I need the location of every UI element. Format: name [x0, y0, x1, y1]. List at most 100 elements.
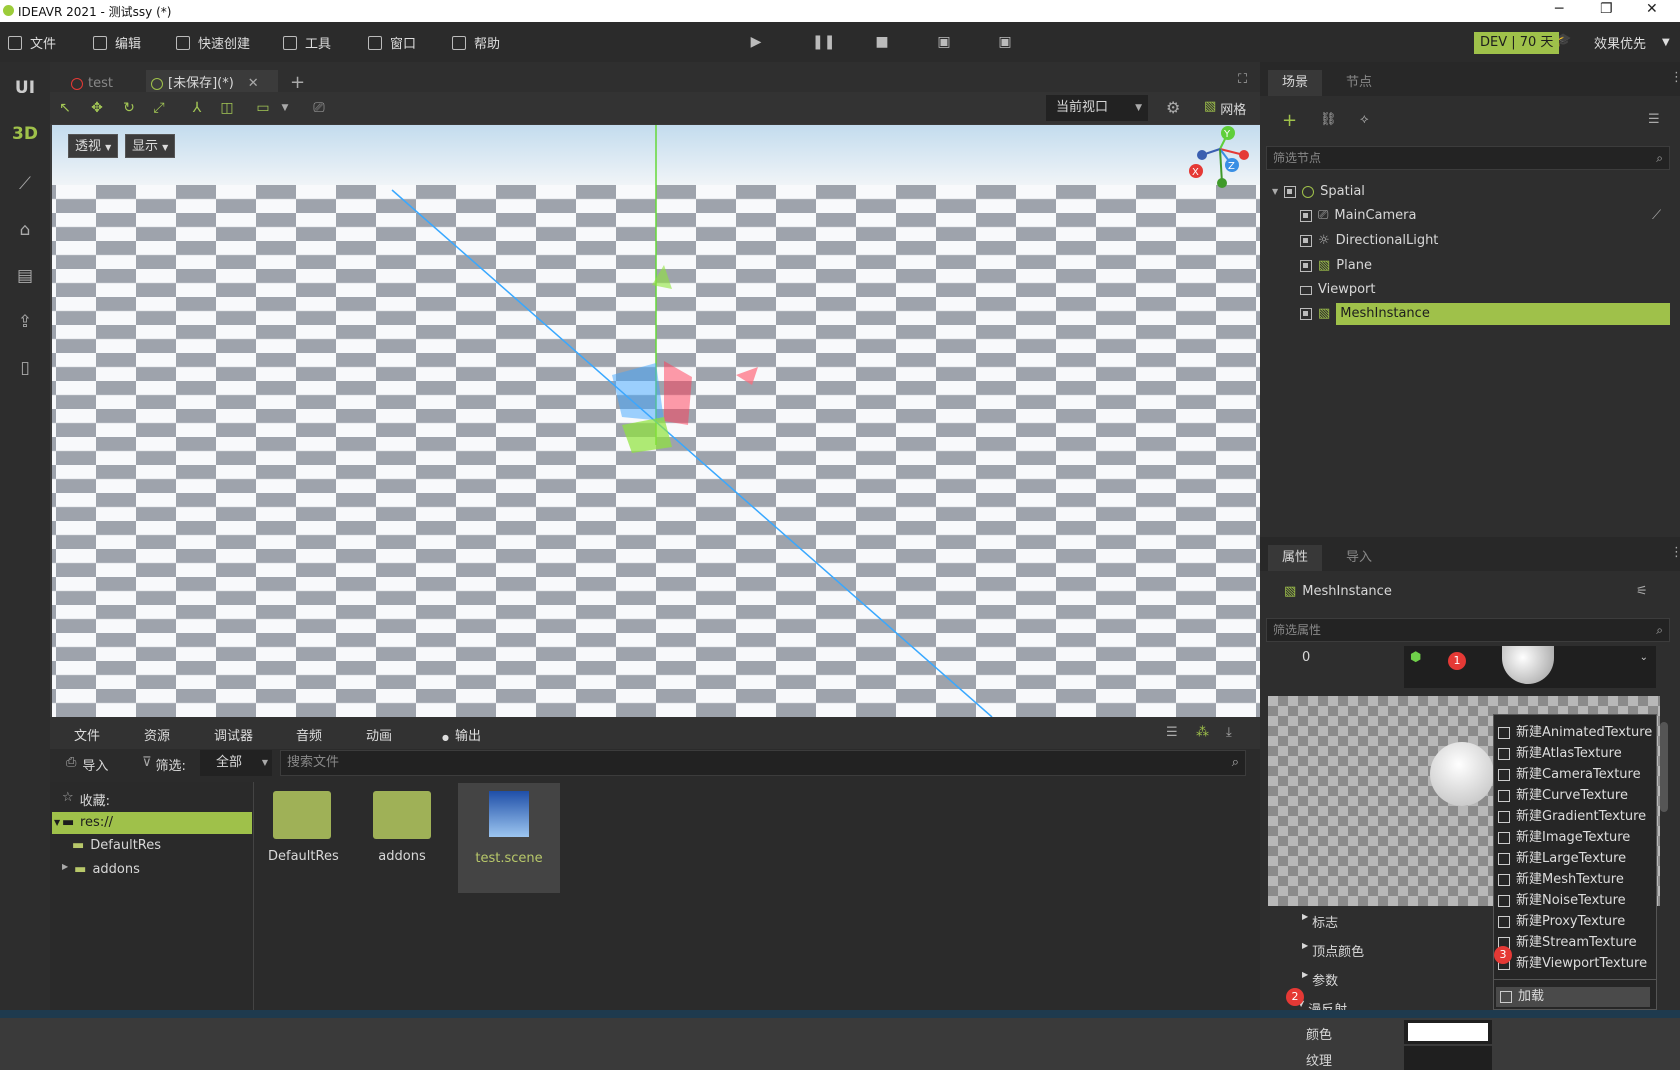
local-space-icon[interactable]: ⅄	[188, 99, 206, 117]
menu-edit[interactable]: 编辑	[93, 33, 141, 52]
link-icon[interactable]: ⛓	[1320, 112, 1337, 127]
menu-new-cameratexture[interactable]: 新建CameraTexture	[1498, 765, 1641, 785]
more-icon[interactable]: ⋮	[1670, 70, 1680, 85]
visibility-checkbox[interactable]	[1284, 186, 1297, 198]
chevron-down-icon[interactable]: ▼	[276, 99, 294, 117]
node-directionallight[interactable]: ☼ DirectionalLight	[1300, 230, 1438, 252]
tab-node[interactable]: 节点	[1332, 70, 1386, 96]
menu-new-largetexture[interactable]: 新建LargeTexture	[1498, 849, 1626, 869]
move-tool-icon[interactable]: ✥	[88, 99, 106, 117]
texture-slot[interactable]	[1404, 1046, 1492, 1070]
tree-item-addons[interactable]: ▶ ▬ addons	[62, 862, 140, 877]
menu-new-proxytexture[interactable]: 新建ProxyTexture	[1498, 912, 1625, 932]
script-icon[interactable]: ⟋	[1652, 208, 1661, 223]
ruler-icon[interactable]: ▭	[254, 99, 272, 117]
tab-audio[interactable]: 音频	[296, 725, 322, 749]
camera-icon[interactable]: ⎚	[310, 99, 328, 117]
more-icon[interactable]: ⋮	[1670, 545, 1680, 560]
3d-viewport[interactable]: Y X Z 透视 ▼ 显示 ▼	[52, 125, 1260, 717]
section-params[interactable]: ▶ 参数	[1302, 970, 1338, 989]
material-slot[interactable]: ⬢ ⌄	[1404, 646, 1656, 688]
rotate-tool-icon[interactable]: ↻	[120, 99, 138, 117]
menu-file[interactable]: 文件	[8, 33, 56, 52]
color-picker[interactable]	[1404, 1020, 1492, 1044]
node-viewport[interactable]: Viewport	[1300, 279, 1376, 301]
file-defaultres[interactable]: DefaultRes	[268, 783, 339, 883]
tab-output[interactable]: ● 输出	[442, 725, 481, 749]
select-tool-icon[interactable]: ↖	[56, 99, 74, 117]
list-view-icon[interactable]: ☰	[1166, 725, 1178, 740]
node-spatial[interactable]: ▼ Spatial	[1272, 181, 1365, 203]
menu-quick-create[interactable]: 快速创建	[176, 33, 250, 52]
filter-nodes-input[interactable]: 筛选节点 ⌕	[1266, 146, 1670, 170]
menu-new-curvetexture[interactable]: 新建CurveTexture	[1498, 786, 1628, 806]
tree-item-defaultres[interactable]: ▬ DefaultRes	[72, 838, 161, 853]
file-test-scene[interactable]: test.scene	[458, 783, 560, 893]
ui-mode-button[interactable]: UI	[12, 78, 38, 104]
add-node-icon[interactable]: +	[1282, 110, 1297, 131]
filter-properties-input[interactable]: 筛选属性 ⌕	[1266, 618, 1670, 642]
node-graph-icon[interactable]: ⟋	[12, 174, 38, 200]
menu-new-atlastexture[interactable]: 新建AtlasTexture	[1498, 744, 1622, 764]
pause-icon[interactable]: ❚❚	[812, 34, 835, 50]
menu-new-imagetexture[interactable]: 新建ImageTexture	[1498, 828, 1630, 848]
tab-animation[interactable]: 动画	[366, 725, 392, 749]
maximize-button[interactable]: ❐	[1600, 1, 1613, 17]
menu-new-meshtexture[interactable]: 新建MeshTexture	[1498, 870, 1624, 890]
grid-view-icon[interactable]: ⁂	[1196, 725, 1209, 740]
tab-files[interactable]: 文件	[74, 725, 100, 749]
tab-import[interactable]: 导入	[1332, 545, 1386, 571]
import-button[interactable]: ⎙ 导入	[66, 755, 108, 774]
close-button[interactable]: ✕	[1646, 1, 1658, 17]
view-select[interactable]: 当前视口 ▼	[1046, 95, 1148, 121]
filter-select[interactable]: 全部 ▼	[200, 750, 272, 776]
store-icon[interactable]: ⌂	[12, 220, 38, 246]
quality-select[interactable]: 效果优先 ▼	[1594, 33, 1670, 52]
menu-new-gradienttexture[interactable]: 新建GradientTexture	[1498, 807, 1646, 827]
export-icon[interactable]: ⇪	[12, 312, 38, 338]
tab-scene[interactable]: 场景	[1268, 70, 1323, 96]
sliders-icon[interactable]: ⚟	[1636, 584, 1648, 599]
gear-icon[interactable]: ⚙	[1166, 98, 1180, 117]
document-icon[interactable]: ▯	[12, 358, 38, 384]
close-tab-icon[interactable]: ✕	[248, 76, 259, 91]
menu-new-viewporttexture[interactable]: 新建ViewportTexture	[1498, 954, 1647, 974]
download-icon[interactable]: ⤓	[1226, 725, 1232, 740]
tab-properties[interactable]: 属性	[1268, 545, 1323, 571]
perspective-button[interactable]: 透视 ▼	[68, 134, 119, 158]
tree-item-res[interactable]: ▼ ▬ res://	[52, 812, 252, 834]
display-button[interactable]: 显示 ▼	[125, 134, 176, 158]
minimize-button[interactable]: ─	[1555, 1, 1563, 17]
visibility-checkbox[interactable]	[1300, 235, 1312, 247]
menu-new-noisetexture[interactable]: 新建NoiseTexture	[1498, 891, 1626, 911]
menu-help[interactable]: 帮助	[452, 33, 500, 52]
node-meshinstance[interactable]: ▧ MeshInstance	[1300, 303, 1671, 325]
search-files-input[interactable]: 搜索文件 ⌕	[280, 750, 1246, 776]
settings-panel-icon[interactable]: ▤	[12, 266, 38, 292]
menu-load[interactable]: 加载	[1496, 987, 1650, 1007]
section-vertex-color[interactable]: ▶ 顶点颜色	[1302, 941, 1364, 960]
clapper-icon[interactable]: ▣	[936, 34, 952, 50]
visibility-checkbox[interactable]	[1300, 210, 1312, 222]
section-flags[interactable]: ▶ 标志	[1302, 912, 1338, 931]
visibility-checkbox[interactable]	[1300, 260, 1312, 272]
menu-new-streamtexture[interactable]: 新建StreamTexture	[1498, 933, 1637, 953]
node-plane[interactable]: ▧ Plane	[1300, 255, 1372, 277]
tab-debugger[interactable]: 调试器	[214, 725, 253, 749]
menu-tools[interactable]: 工具	[283, 33, 331, 52]
clapper-alt-icon[interactable]: ▣	[997, 34, 1013, 50]
3d-mode-button[interactable]: 3D	[12, 124, 38, 150]
node-tree-icon[interactable]: ⟡	[1360, 112, 1369, 127]
add-tab-icon[interactable]: +	[290, 72, 305, 93]
file-addons[interactable]: addons	[368, 783, 436, 883]
play-icon[interactable]: ▶	[748, 34, 764, 50]
menu-new-animatedtexture[interactable]: 新建AnimatedTexture	[1498, 723, 1652, 743]
grid-toggle[interactable]: ▧ 网格	[1204, 99, 1246, 118]
menu-list-icon[interactable]: ☰	[1648, 112, 1660, 127]
scale-tool-icon[interactable]: ⤢	[150, 99, 168, 117]
scrollbar[interactable]	[1660, 722, 1668, 812]
menu-window[interactable]: 窗口	[368, 33, 416, 52]
fullscreen-icon[interactable]: ⛶	[1238, 72, 1247, 87]
tab-assets[interactable]: 资源	[144, 725, 170, 749]
snap-icon[interactable]: ◫	[218, 99, 236, 117]
